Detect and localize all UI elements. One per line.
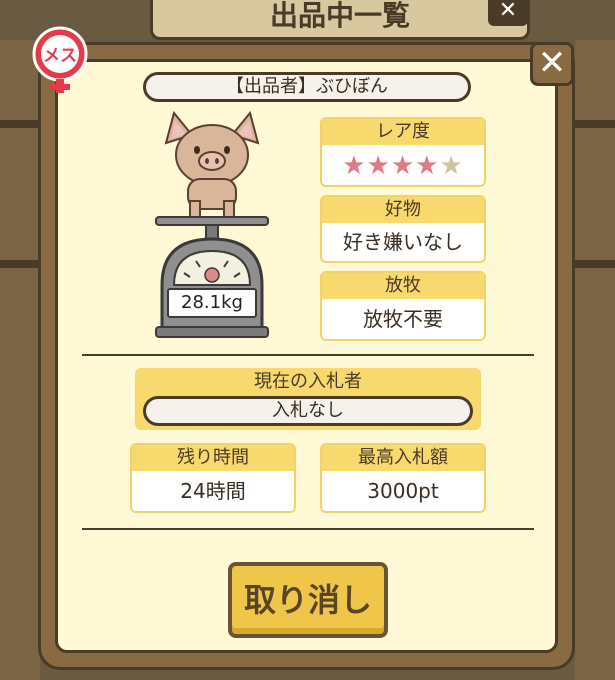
rarity-header: レア度 [322, 119, 484, 145]
remaining-time-header: 残り時間 [132, 445, 294, 471]
current-bidder-header: 現在の入札者 [254, 371, 362, 392]
star-filled-icon: ★ [366, 151, 391, 181]
background-slat [575, 260, 615, 268]
star-filled-icon: ★ [342, 151, 367, 181]
remaining-time-value: 24時間 [180, 479, 246, 503]
grazing-value: 放牧不要 [363, 307, 443, 331]
background-slat [0, 260, 40, 268]
preference-value: 好き嫌いなし [343, 230, 463, 254]
current-bidder-card: 現在の入札者 入札なし [135, 368, 481, 430]
background-left-post [0, 40, 40, 680]
current-bidder-value: 入札なし [143, 396, 473, 426]
female-badge-icon: メス [24, 24, 96, 96]
weight-value: 28.1kg [181, 292, 243, 313]
highest-bid-value: 3000pt [367, 479, 439, 503]
rarity-card: レア度 ★★★★★ [320, 117, 486, 187]
preference-header: 好物 [322, 197, 484, 223]
gender-badge-label: メス [43, 46, 77, 66]
preference-card: 好物 好き嫌いなし [320, 195, 486, 263]
rarity-stars: ★★★★★ [322, 145, 484, 181]
background-slat [575, 120, 615, 128]
background-right-post [575, 40, 615, 680]
highest-bid-header: 最高入札額 [322, 445, 484, 471]
grazing-card: 放牧 放牧不要 [320, 271, 486, 341]
cancel-listing-button[interactable]: 取り消し [228, 562, 388, 638]
close-button[interactable]: ✕ [530, 42, 574, 86]
background-title: 出品中一覧 [269, 0, 410, 32]
seller-name: 【出品者】ぶひぼん [143, 72, 471, 102]
section-divider [82, 354, 534, 356]
remaining-time-card: 残り時間 24時間 [130, 443, 296, 513]
highest-bid-card: 最高入札額 3000pt [320, 443, 486, 513]
background-slat [0, 120, 40, 128]
section-divider [82, 528, 534, 530]
grazing-header: 放牧 [322, 273, 484, 299]
weight-display: 28.1kg [167, 288, 257, 318]
background-close-icon: ✕ [488, 0, 528, 26]
star-empty-icon: ★ [439, 151, 464, 181]
star-filled-icon: ★ [415, 151, 440, 181]
star-filled-icon: ★ [390, 151, 416, 181]
